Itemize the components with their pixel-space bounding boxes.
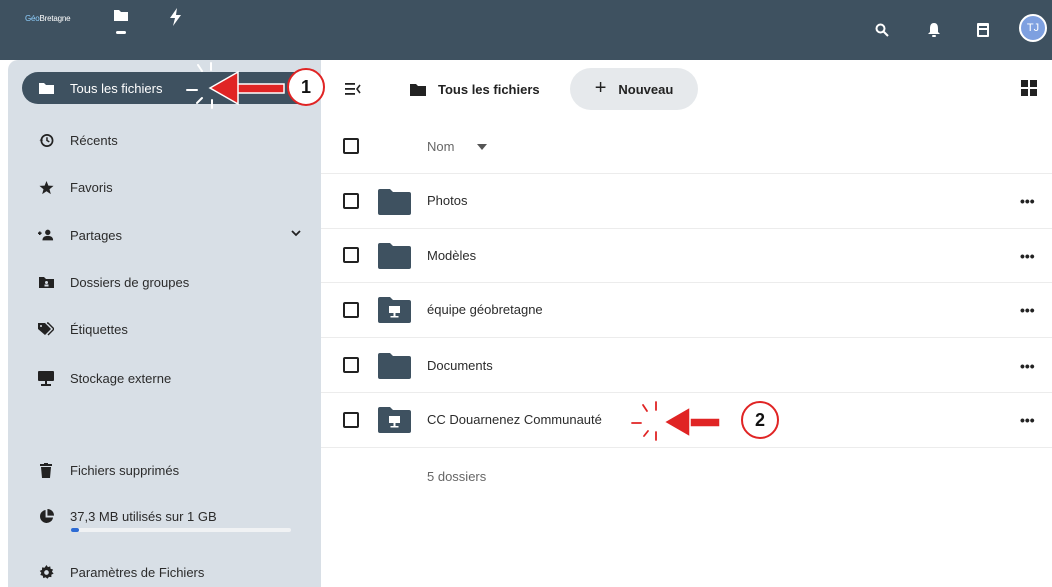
quota-progress-bar bbox=[71, 528, 291, 532]
chevron-down-icon[interactable] bbox=[290, 227, 302, 239]
row-divider bbox=[321, 392, 1052, 393]
sidebar-item-external-storage[interactable]: Stockage externe bbox=[22, 362, 318, 394]
folder-icon bbox=[378, 189, 411, 215]
top-bar: GéoBretagne TJ bbox=[0, 0, 1052, 60]
contacts-icon[interactable] bbox=[973, 20, 993, 40]
files-app-button[interactable] bbox=[108, 8, 134, 48]
shared-folder-icon bbox=[378, 297, 411, 323]
row-divider bbox=[321, 173, 1052, 174]
row-checkbox[interactable] bbox=[343, 247, 359, 263]
quota-progress-fill bbox=[71, 528, 80, 532]
sidebar-item-label: Étiquettes bbox=[70, 321, 128, 337]
annotation-badge-2: 2 bbox=[741, 401, 779, 439]
row-checkbox[interactable] bbox=[343, 412, 359, 428]
sidebar-item-all-files[interactable]: Tous les fichiers bbox=[22, 72, 318, 104]
gear-icon bbox=[38, 564, 54, 580]
folder-icon bbox=[410, 83, 426, 96]
sidebar-item-deleted-files[interactable]: Fichiers supprimés bbox=[22, 454, 318, 486]
more-actions-icon[interactable]: ••• bbox=[1020, 302, 1035, 318]
shared-folder-icon bbox=[378, 407, 411, 433]
new-button-label: Nouveau bbox=[618, 81, 674, 97]
sidebar-item-label: Tous les fichiers bbox=[70, 80, 163, 96]
sidebar-item-label: Fichiers supprimés bbox=[70, 462, 180, 478]
annotation-badge-1: 1 bbox=[287, 68, 325, 106]
row-divider bbox=[321, 337, 1052, 338]
breadcrumb-label: Tous les fichiers bbox=[438, 81, 540, 97]
new-button[interactable]: + Nouveau bbox=[570, 68, 698, 110]
tag-icon bbox=[38, 321, 54, 337]
file-name[interactable]: Documents bbox=[427, 358, 493, 373]
bell-icon[interactable] bbox=[924, 20, 944, 40]
file-name[interactable]: équipe géobretagne bbox=[427, 302, 543, 317]
row-checkbox[interactable] bbox=[343, 193, 359, 209]
grid-view-icon[interactable] bbox=[1021, 80, 1037, 96]
sidebar-item-group-folders[interactable]: Dossiers de groupes bbox=[22, 266, 318, 298]
activity-app-button[interactable] bbox=[163, 8, 189, 48]
sidebar-item-files-settings[interactable]: Paramètres de Fichiers bbox=[22, 556, 318, 587]
more-actions-icon[interactable]: ••• bbox=[1020, 358, 1035, 374]
search-icon[interactable] bbox=[872, 20, 892, 40]
file-name[interactable]: Modèles bbox=[427, 248, 476, 263]
folder-count-summary: 5 dossiers bbox=[427, 469, 487, 484]
history-icon bbox=[38, 132, 54, 148]
plus-icon: + bbox=[594, 76, 607, 99]
file-name[interactable]: CC Douarnenez Communauté bbox=[427, 412, 602, 427]
sidebar-item-label: Favoris bbox=[70, 179, 113, 195]
column-header-name[interactable]: Nom bbox=[427, 139, 454, 154]
select-all-checkbox[interactable] bbox=[343, 138, 359, 154]
share-icon bbox=[38, 227, 54, 243]
user-avatar[interactable]: TJ bbox=[1019, 14, 1047, 42]
sort-down-icon[interactable] bbox=[477, 144, 487, 150]
sidebar-item-label: Paramètres de Fichiers bbox=[70, 564, 205, 580]
sidebar-item-shares[interactable]: Partages bbox=[22, 219, 318, 251]
folder-icon bbox=[114, 10, 128, 21]
sidebar-item-recent[interactable]: Récents bbox=[22, 124, 318, 156]
sidebar-item-label: Stockage externe bbox=[70, 370, 172, 386]
group-folder-icon bbox=[38, 274, 54, 290]
row-checkbox[interactable] bbox=[343, 302, 359, 318]
app-logo[interactable]: GéoBretagne bbox=[25, 14, 71, 23]
folder-icon bbox=[378, 243, 411, 269]
folder-icon bbox=[378, 353, 411, 379]
sidebar-item-label: Dossiers de groupes bbox=[70, 274, 190, 290]
sidebar-item-favorites[interactable]: Favoris bbox=[22, 171, 318, 203]
sidebar-item-tags[interactable]: Étiquettes bbox=[22, 313, 318, 345]
row-checkbox[interactable] bbox=[343, 357, 359, 373]
more-actions-icon[interactable]: ••• bbox=[1020, 248, 1035, 264]
row-divider bbox=[321, 228, 1052, 229]
pie-chart-icon bbox=[38, 508, 54, 524]
row-divider bbox=[321, 447, 1052, 448]
folder-icon bbox=[38, 80, 54, 96]
external-storage-icon bbox=[38, 370, 54, 386]
toggle-sidebar-icon[interactable] bbox=[345, 83, 361, 95]
quota-text: 37,3 MB utilisés sur 1 GB bbox=[70, 508, 217, 524]
lightning-icon bbox=[170, 8, 181, 26]
more-actions-icon[interactable]: ••• bbox=[1020, 412, 1035, 428]
row-divider bbox=[321, 282, 1052, 283]
trash-icon bbox=[38, 462, 54, 478]
file-name[interactable]: Photos bbox=[427, 193, 467, 208]
breadcrumb[interactable]: Tous les fichiers bbox=[410, 78, 540, 100]
sidebar-item-label: Partages bbox=[70, 227, 123, 243]
sidebar-item-label: Récents bbox=[70, 132, 118, 148]
active-app-indicator bbox=[116, 31, 126, 34]
more-actions-icon[interactable]: ••• bbox=[1020, 193, 1035, 209]
star-icon bbox=[38, 179, 54, 195]
